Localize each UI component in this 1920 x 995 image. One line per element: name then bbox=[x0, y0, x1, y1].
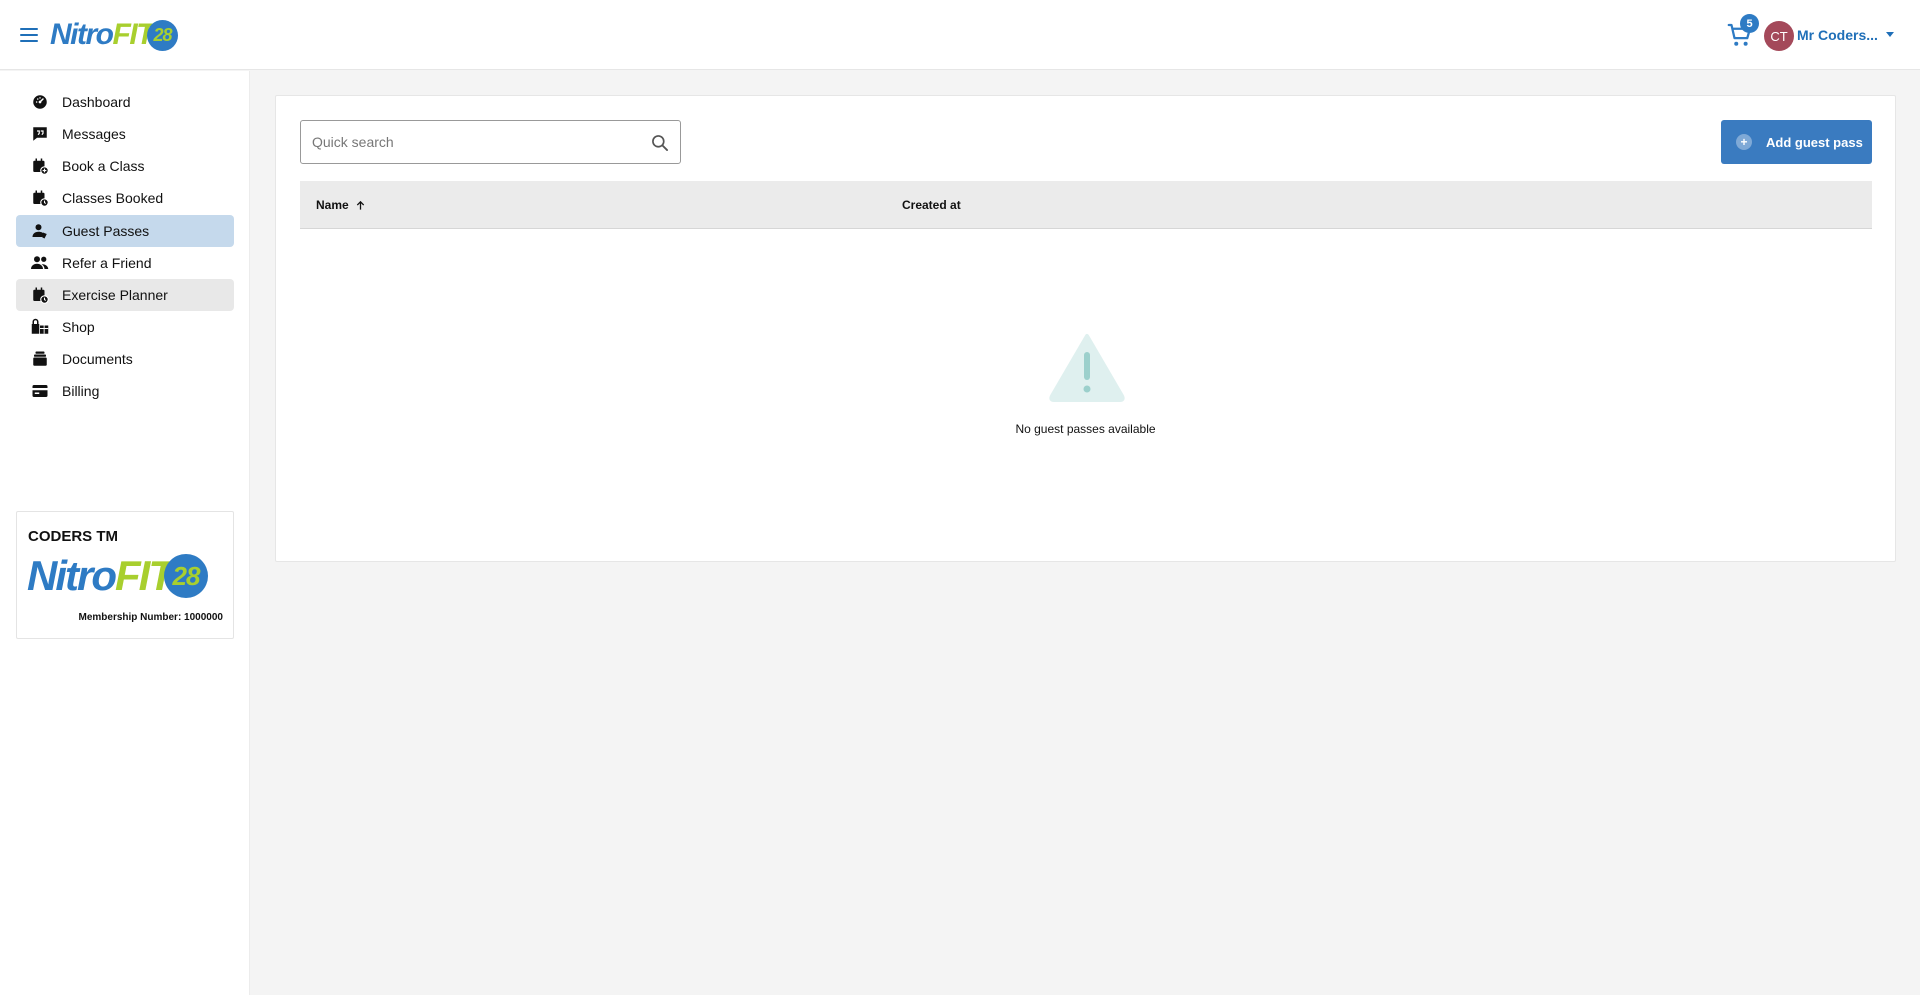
cart-count-badge: 5 bbox=[1740, 14, 1759, 33]
empty-state-message: No guest passes available bbox=[1015, 422, 1156, 436]
sidebar-item-classes-booked[interactable]: Classes Booked bbox=[16, 182, 234, 214]
sidebar-item-book-a-class[interactable]: Book a Class bbox=[16, 150, 234, 182]
sidebar-item-label: Documents bbox=[62, 351, 133, 367]
sidebar-item-label: Billing bbox=[62, 383, 100, 399]
add-guest-pass-label: Add guest pass bbox=[1766, 134, 1863, 150]
plus-icon: + bbox=[1736, 134, 1752, 150]
sidebar-item-exercise-planner[interactable]: Exercise Planner bbox=[16, 279, 234, 311]
search-box bbox=[300, 120, 681, 164]
calendar-planner-icon bbox=[30, 285, 50, 305]
shop-icon bbox=[30, 317, 50, 337]
menu-icon[interactable] bbox=[20, 24, 42, 46]
membership-number: Membership Number: 1000000 bbox=[78, 612, 223, 623]
add-guest-pass-button[interactable]: + Add guest pass bbox=[1721, 120, 1872, 164]
sidebar-item-label: Messages bbox=[62, 126, 126, 142]
calendar-clock-icon bbox=[30, 188, 50, 208]
avatar[interactable]: CT bbox=[1764, 21, 1794, 51]
search-input[interactable] bbox=[301, 121, 641, 163]
sidebar-item-guest-passes[interactable]: Guest Passes bbox=[16, 215, 234, 247]
chevron-down-icon[interactable] bbox=[1886, 32, 1894, 37]
sidebar-item-messages[interactable]: Messages bbox=[16, 118, 234, 150]
warning-icon bbox=[1049, 334, 1125, 402]
sidebar-item-label: Book a Class bbox=[62, 158, 145, 174]
documents-icon bbox=[30, 349, 50, 369]
sidebar-item-billing[interactable]: Billing bbox=[16, 375, 234, 407]
sidebar-item-label: Classes Booked bbox=[62, 190, 164, 206]
table-header: Name Created at bbox=[300, 181, 1872, 229]
sidebar-item-documents[interactable]: Documents bbox=[16, 343, 234, 375]
nitrofit-logo[interactable]: Nitro FIT 28 bbox=[50, 18, 178, 52]
guest-icon bbox=[30, 221, 50, 241]
sidebar-item-label: Exercise Planner bbox=[62, 287, 168, 303]
people-icon bbox=[30, 253, 50, 273]
sort-ascending-icon bbox=[356, 200, 364, 210]
billing-icon bbox=[30, 381, 50, 401]
sidebar-item-label: Dashboard bbox=[62, 94, 131, 110]
sidebar: Dashboard Messages Book a Class Classes … bbox=[0, 71, 250, 995]
top-bar: Nitro FIT 28 5 CT Mr Coders... bbox=[0, 0, 1920, 70]
sidebar-item-refer-a-friend[interactable]: Refer a Friend bbox=[16, 247, 234, 279]
sidebar-item-shop[interactable]: Shop bbox=[16, 311, 234, 343]
column-header-created-at[interactable]: Created at bbox=[902, 198, 961, 212]
sidebar-item-label: Shop bbox=[62, 319, 95, 335]
calendar-add-icon bbox=[30, 156, 50, 176]
member-name: CODERS TM bbox=[28, 528, 118, 545]
column-header-name[interactable]: Name bbox=[316, 198, 366, 212]
guest-passes-panel: + Add guest pass Name Created at No gues… bbox=[275, 95, 1896, 562]
sidebar-item-label: Guest Passes bbox=[62, 223, 150, 239]
sidebar-item-dashboard[interactable]: Dashboard bbox=[16, 86, 234, 118]
message-icon bbox=[30, 124, 50, 144]
nitrofit-logo: Nitro FIT 28 bbox=[27, 552, 208, 600]
sidebar-item-label: Refer a Friend bbox=[62, 255, 152, 271]
membership-card: CODERS TM Nitro FIT 28 Membership Number: … bbox=[16, 511, 234, 639]
dashboard-icon bbox=[30, 92, 50, 112]
search-icon[interactable] bbox=[650, 133, 670, 153]
user-menu-name[interactable]: Mr Coders... bbox=[1797, 27, 1878, 43]
